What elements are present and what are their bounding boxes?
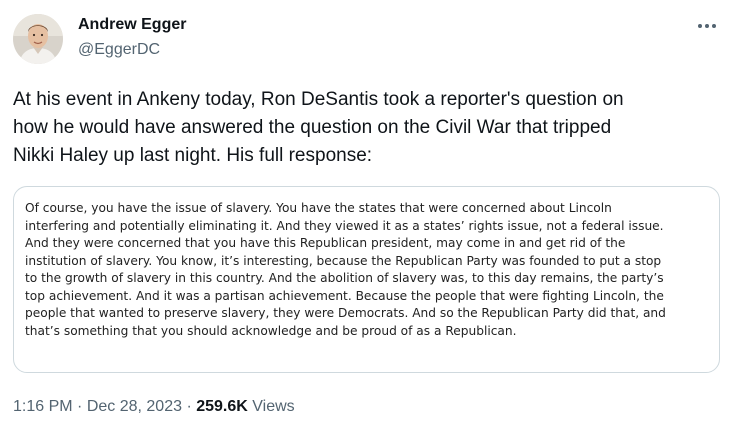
quote-text: Of course, you have the issue of slavery… (25, 200, 666, 340)
tweet-text-line: how he would have answered the question … (13, 117, 612, 138)
tweet: Andrew Egger @EggerDC At his event in An… (0, 0, 737, 428)
quote-line: that’s something that you should acknowl… (25, 323, 517, 338)
quote-line: institution of slavery. You know, it’s i… (25, 253, 662, 268)
tweet-meta: 1:16 PM · Dec 28, 2023 · 259.6K Views (13, 398, 295, 416)
author-name[interactable]: Andrew Egger (78, 16, 186, 34)
quote-line: interfering and potentially eliminating … (25, 218, 664, 233)
post-time[interactable]: 1:16 PM (13, 398, 73, 415)
meta-separator: · (72, 398, 87, 415)
views-count[interactable]: 259.6K (196, 398, 248, 415)
more-options-icon[interactable] (694, 16, 720, 36)
quote-line: top achievement. And it was a partisan a… (25, 288, 664, 303)
quote-line: people that wanted to preserve slavery, … (25, 306, 666, 320)
tweet-text-line: At his event in Ankeny today, Ron DeSant… (13, 89, 624, 110)
author-handle[interactable]: @EggerDC (78, 41, 160, 59)
quote-line: And they were concerned that you have th… (25, 236, 626, 250)
tweet-text-line: Nikki Haley up last night. His full resp… (13, 145, 373, 166)
quote-line: Of course, you have the issue of slavery… (25, 201, 612, 215)
post-date[interactable]: Dec 28, 2023 (87, 398, 182, 415)
avatar-image (13, 14, 63, 64)
views-label: Views (247, 398, 295, 415)
quote-line: to the growth of slavery in this country… (25, 271, 664, 285)
tweet-text: At his event in Ankeny today, Ron DeSant… (13, 86, 723, 170)
avatar[interactable] (13, 14, 63, 64)
meta-separator: · (182, 398, 197, 415)
quote-card[interactable]: Of course, you have the issue of slavery… (13, 186, 720, 373)
